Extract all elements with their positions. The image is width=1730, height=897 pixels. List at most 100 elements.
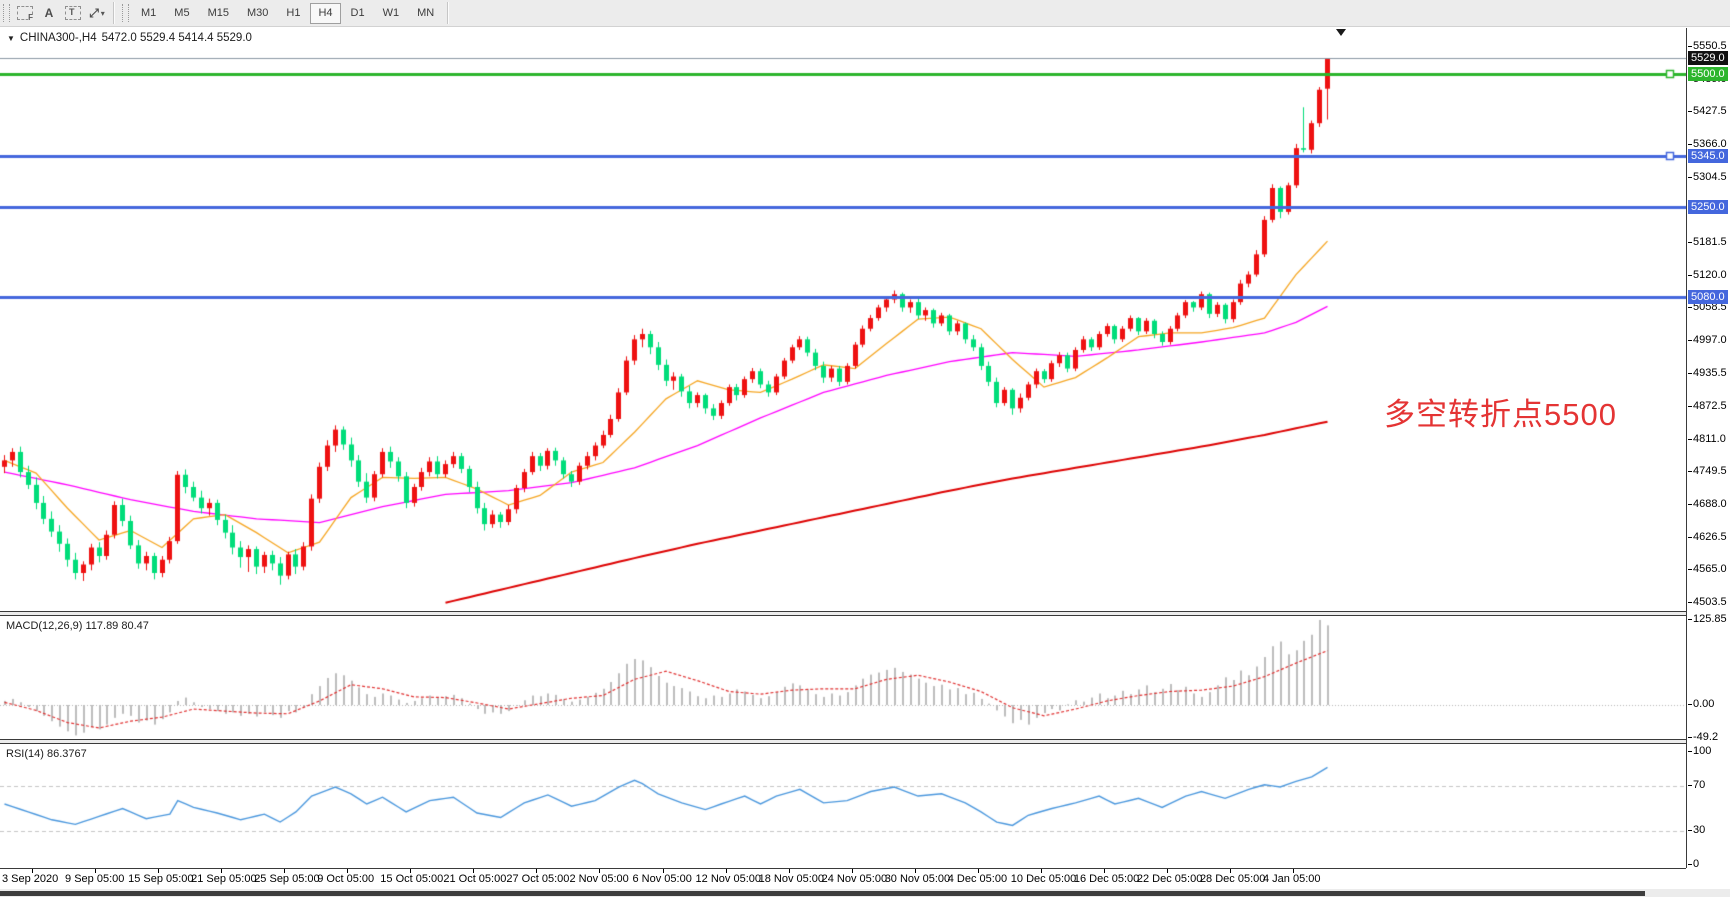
- cursor-mode-button[interactable]: F: [14, 3, 36, 23]
- timeframe-button-m5[interactable]: M5: [166, 3, 197, 24]
- date-tick-label: 2 Nov 05:00: [569, 873, 628, 885]
- date-tick-mark: [1167, 869, 1168, 873]
- date-tick-mark: [284, 869, 285, 873]
- date-tick-mark: [1041, 869, 1042, 873]
- chart-menu-triangle-icon[interactable]: ▼: [7, 34, 15, 43]
- date-tick-mark: [473, 869, 474, 873]
- rsi-canvas[interactable]: [0, 744, 1686, 868]
- date-tick-mark: [536, 869, 537, 873]
- date-tick-label: 24 Nov 05:00: [822, 873, 887, 885]
- timeframe-button-h4[interactable]: H4: [310, 3, 340, 24]
- date-tick-label: 12 Nov 05:00: [696, 873, 761, 885]
- date-tick-mark: [32, 869, 33, 873]
- date-tick-mark: [1293, 869, 1294, 873]
- text-tool-icon: T: [65, 6, 81, 20]
- date-tick-mark: [789, 869, 790, 873]
- date-tick-label: 4 Dec 05:00: [948, 873, 1007, 885]
- date-tick-label: 3 Sep 2020: [2, 873, 58, 885]
- chart-text-annotation: 多空转折点5500: [1384, 389, 1617, 434]
- time-axis[interactable]: 3 Sep 2020 9 Sep 05:00 15 Sep 05:0021 Sep …: [0, 869, 1730, 888]
- cursor-mode-icon: F: [17, 6, 33, 20]
- hline-price-badge: 5345.0: [1688, 149, 1728, 163]
- date-tick-mark: [410, 869, 411, 873]
- date-tick-label: 30 Nov 05:00: [885, 873, 950, 885]
- price-tick-label: 4565.0: [1693, 563, 1727, 575]
- date-tick-label: 15 Sep 05:00: [128, 873, 193, 885]
- toolbar-separator: [113, 2, 115, 24]
- toolbar-separator: [447, 2, 449, 24]
- date-tick-label: 10 Dec 05:00: [1011, 873, 1076, 885]
- date-tick-mark: [95, 869, 96, 873]
- price-axis-border: [1686, 28, 1687, 868]
- date-tick-mark: [978, 869, 979, 873]
- symbol-period-label: CHINA300-,H4: [20, 32, 97, 44]
- macd-canvas[interactable]: [0, 616, 1686, 739]
- date-tick-label: 28 Dec 05:00: [1200, 873, 1265, 885]
- date-tick-label: 21 Sep 05:00: [191, 873, 256, 885]
- chart-title: ▼ CHINA300-,H4 5472.0 5529.4 5414.4 5529…: [7, 32, 252, 44]
- timeframe-button-m15[interactable]: M15: [200, 3, 237, 24]
- rsi-tick-label: 100: [1693, 745, 1711, 757]
- date-tick-label: 4 Jan 05:00: [1263, 873, 1321, 885]
- timeframe-button-w1[interactable]: W1: [375, 3, 408, 24]
- date-tick-label: 16 Dec 05:00: [1074, 873, 1139, 885]
- macd-indicator-pane[interactable]: [0, 616, 1686, 739]
- chevron-down-icon[interactable]: ▾: [101, 9, 105, 18]
- toolbar-grip[interactable]: [3, 4, 10, 22]
- ohlc-values: 5472.0 5529.4 5414.4 5529.0: [102, 32, 252, 44]
- price-axis[interactable]: 5550.55489.05427.55366.05304.55243.05181…: [1686, 28, 1730, 869]
- price-tick-label: 4749.5: [1693, 465, 1727, 477]
- date-tick-label: 21 Oct 05:00: [443, 873, 506, 885]
- price-tick-label: 4626.5: [1693, 531, 1727, 543]
- timeframe-button-mn[interactable]: MN: [409, 3, 442, 24]
- date-tick-label: 27 Oct 05:00: [506, 873, 569, 885]
- date-tick-label: 25 Sep 05:00: [254, 873, 319, 885]
- date-tick-label: 18 Nov 05:00: [759, 873, 824, 885]
- macd-label: MACD(12,26,9) 117.89 80.47: [6, 620, 149, 632]
- macd-tick-label: 125.85: [1693, 613, 1727, 625]
- chart-shift-marker-icon[interactable]: [1336, 29, 1346, 36]
- text-tool-button[interactable]: T: [62, 3, 84, 23]
- date-tick-mark: [726, 869, 727, 873]
- price-tick-label: 5550.5: [1693, 40, 1727, 52]
- price-tick-label: 4997.0: [1693, 334, 1727, 346]
- toolbar-grip[interactable]: [122, 4, 129, 22]
- date-tick-label: 9 Oct 05:00: [317, 873, 374, 885]
- date-tick-label: 9 Sep 05:00: [65, 873, 124, 885]
- date-tick-mark: [599, 869, 600, 873]
- price-tick-label: 5120.0: [1693, 269, 1727, 281]
- timeframe-button-h1[interactable]: H1: [278, 3, 308, 24]
- scrollbar-thumb[interactable]: [0, 891, 1645, 896]
- date-tick-mark: [158, 869, 159, 873]
- date-tick-mark: [852, 869, 853, 873]
- hline-price-badge: 5250.0: [1688, 200, 1728, 214]
- shapes-tool-button[interactable]: ⤢ ▾: [86, 3, 108, 23]
- timeframe-button-group: M1M5M15M30H1H4D1W1MN: [132, 3, 443, 24]
- mt4-terminal-window: F A T ⤢ ▾ M1M5M15M30H1H4D1W1MN ▼ CHINA30…: [0, 0, 1730, 897]
- horizontal-scrollbar[interactable]: [0, 888, 1730, 897]
- arrow-tool-icon: A: [45, 6, 54, 20]
- date-tick-mark: [663, 869, 664, 873]
- macd-tick-label: -49.2: [1693, 731, 1718, 743]
- date-tick-mark: [347, 869, 348, 873]
- hline-price-badge: 5080.0: [1688, 290, 1728, 304]
- price-tick-label: 5181.5: [1693, 236, 1727, 248]
- main-chart-canvas[interactable]: [0, 28, 1686, 611]
- timeframe-button-d1[interactable]: D1: [343, 3, 373, 24]
- date-tick-mark: [221, 869, 222, 873]
- rsi-indicator-pane[interactable]: [0, 744, 1686, 868]
- timeframe-button-m1[interactable]: M1: [133, 3, 164, 24]
- arrow-tool-button[interactable]: A: [38, 3, 60, 23]
- main-chart-pane[interactable]: [0, 28, 1686, 611]
- date-tick-mark: [915, 869, 916, 873]
- price-tick-label: 5304.5: [1693, 171, 1727, 183]
- shapes-tool-icon: ⤢: [89, 6, 99, 21]
- price-tick-label: 4872.5: [1693, 400, 1727, 412]
- date-tick-label: 22 Dec 05:00: [1137, 873, 1202, 885]
- line-studies-toolbar: F A T ⤢ ▾ M1M5M15M30H1H4D1W1MN: [0, 0, 1730, 27]
- timeframe-button-m30[interactable]: M30: [239, 3, 276, 24]
- rsi-label: RSI(14) 86.3767: [6, 748, 87, 760]
- rsi-tick-label: 70: [1693, 779, 1705, 791]
- price-tick-label: 5427.5: [1693, 105, 1727, 117]
- date-tick-mark: [1230, 869, 1231, 873]
